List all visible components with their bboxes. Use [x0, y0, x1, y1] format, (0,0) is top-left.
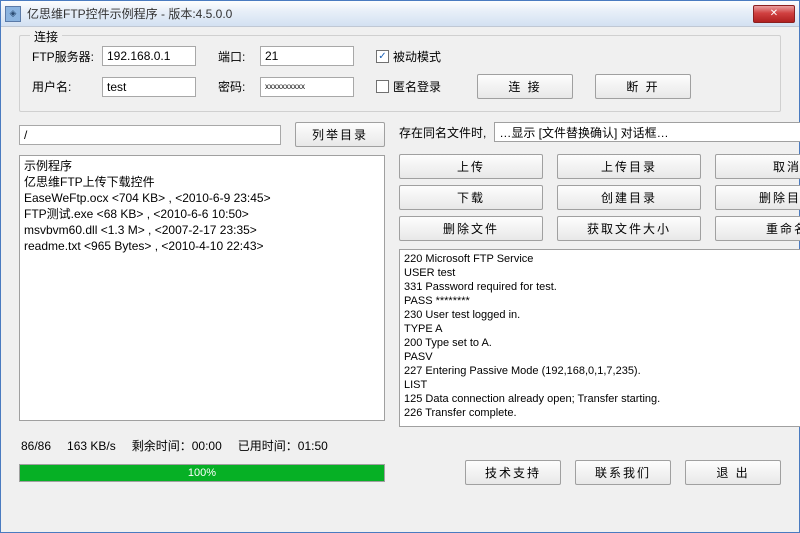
titlebar: ◈ 亿思维FTP控件示例程序 - 版本:4.5.0.0 ✕: [1, 1, 799, 27]
log-line: 331 Password required for test.: [404, 280, 800, 294]
status-row: 86/86 163 KB/s 剩余时间：00:00 已用时间：01:50: [19, 437, 781, 454]
user-input[interactable]: [102, 77, 196, 97]
main-window: ◈ 亿思维FTP控件示例程序 - 版本:4.5.0.0 ✕ 连接 FTP服务器:…: [0, 0, 800, 533]
action-grid: 上传 上传目录 取消 下载 创建目录 删除目录 删除文件 获取文件大小 重命名: [399, 154, 800, 241]
server-label: FTP服务器:: [32, 48, 94, 65]
progress-bar: 100%: [19, 464, 385, 482]
groupbox-title: 连接: [30, 28, 62, 45]
window-title: 亿思维FTP控件示例程序 - 版本:4.5.0.0: [27, 5, 753, 22]
get-size-button[interactable]: 获取文件大小: [557, 216, 701, 241]
log-line: 227 Entering Passive Mode (192,168,0,1,7…: [404, 364, 800, 378]
port-input[interactable]: [260, 46, 354, 66]
connect-groupbox: 连接 FTP服务器: 端口: ✓ 被动模式 用户名: 密码: 匿名登录: [19, 35, 781, 112]
status-count: 86/86: [21, 439, 51, 453]
delete-dir-button[interactable]: 删除目录: [715, 185, 800, 210]
checkbox-icon-empty: [376, 80, 389, 93]
samename-row: 存在同名文件时, …显示 [文件替换确认] 对话框… ▼: [399, 122, 800, 142]
log-box[interactable]: 220 Microsoft FTP ServiceUSER test331 Pa…: [399, 249, 800, 427]
progress-label: 100%: [20, 465, 384, 481]
upload-dir-button[interactable]: 上传目录: [557, 154, 701, 179]
rename-button[interactable]: 重命名: [715, 216, 800, 241]
row-user: 用户名: 密码: 匿名登录 连 接 断 开: [32, 74, 768, 99]
content-area: 连接 FTP服务器: 端口: ✓ 被动模式 用户名: 密码: 匿名登录: [1, 27, 799, 495]
exit-button[interactable]: 退 出: [685, 460, 781, 485]
pass-input[interactable]: [260, 77, 354, 97]
passive-checkbox[interactable]: ✓ 被动模式: [376, 48, 441, 65]
connect-button[interactable]: 连 接: [477, 74, 573, 99]
upload-button[interactable]: 上传: [399, 154, 543, 179]
log-line: LIST: [404, 378, 800, 392]
list-item[interactable]: EaseWeFtp.ocx <704 KB> , <2010-6-9 23:45…: [24, 190, 380, 206]
list-item[interactable]: FTP测试.exe <68 KB> , <2010-6-6 10:50>: [24, 206, 380, 222]
right-column: 存在同名文件时, …显示 [文件替换确认] 对话框… ▼ 上传 上传目录 取消 …: [399, 122, 800, 427]
log-line: 220 Microsoft FTP Service: [404, 252, 800, 266]
delete-file-button[interactable]: 删除文件: [399, 216, 543, 241]
cancel-button[interactable]: 取消: [715, 154, 800, 179]
tech-support-button[interactable]: 技术支持: [465, 460, 561, 485]
log-line: 226 Transfer complete.: [404, 406, 800, 420]
log-line: USER test: [404, 266, 800, 280]
samename-select[interactable]: …显示 [文件替换确认] 对话框… ▼: [494, 122, 800, 142]
samename-label: 存在同名文件时,: [399, 124, 486, 141]
main-columns: 列举目录 示例程序亿思维FTP上传下载控件EaseWeFtp.ocx <704 …: [19, 122, 781, 427]
list-item[interactable]: readme.txt <965 Bytes> , <2010-4-10 22:4…: [24, 238, 380, 254]
contact-button[interactable]: 联系我们: [575, 460, 671, 485]
log-line: PASS ********: [404, 294, 800, 308]
log-line: TYPE A: [404, 322, 800, 336]
user-label: 用户名:: [32, 78, 94, 95]
log-inner: 220 Microsoft FTP ServiceUSER test331 Pa…: [404, 252, 800, 420]
path-input[interactable]: [19, 125, 281, 145]
path-row: 列举目录: [19, 122, 385, 147]
download-button[interactable]: 下载: [399, 185, 543, 210]
list-dir-button[interactable]: 列举目录: [295, 122, 385, 147]
checkbox-icon: ✓: [376, 50, 389, 63]
samename-option: …显示 [文件替换确认] 对话框…: [495, 124, 800, 141]
pass-label: 密码:: [218, 78, 252, 95]
anon-label: 匿名登录: [393, 78, 441, 95]
log-line: 200 Type set to A.: [404, 336, 800, 350]
close-icon: ✕: [770, 8, 778, 19]
passive-label: 被动模式: [393, 48, 441, 65]
create-dir-button[interactable]: 创建目录: [557, 185, 701, 210]
status-remain: 剩余时间：00:00: [132, 437, 222, 454]
port-label: 端口:: [218, 48, 252, 65]
progress-row: 100% 技术支持 联系我们 退 出: [19, 460, 781, 485]
status-speed: 163 KB/s: [67, 439, 116, 453]
app-icon: ◈: [5, 6, 21, 22]
list-item[interactable]: msvbvm60.dll <1.3 M> , <2007-2-17 23:35>: [24, 222, 380, 238]
log-line: PASV: [404, 350, 800, 364]
log-line: 125 Data connection already open; Transf…: [404, 392, 800, 406]
log-line: 230 User test logged in.: [404, 308, 800, 322]
list-item[interactable]: 示例程序: [24, 158, 380, 174]
server-input[interactable]: [102, 46, 196, 66]
close-button[interactable]: ✕: [753, 5, 795, 23]
list-item[interactable]: 亿思维FTP上传下载控件: [24, 174, 380, 190]
status-elapsed: 已用时间：01:50: [238, 437, 328, 454]
left-column: 列举目录 示例程序亿思维FTP上传下载控件EaseWeFtp.ocx <704 …: [19, 122, 385, 427]
disconnect-button[interactable]: 断 开: [595, 74, 691, 99]
anon-checkbox[interactable]: 匿名登录: [376, 78, 441, 95]
file-listbox[interactable]: 示例程序亿思维FTP上传下载控件EaseWeFtp.ocx <704 KB> ,…: [19, 155, 385, 421]
footer-buttons: 技术支持 联系我们 退 出: [465, 460, 781, 485]
row-server: FTP服务器: 端口: ✓ 被动模式: [32, 46, 768, 66]
